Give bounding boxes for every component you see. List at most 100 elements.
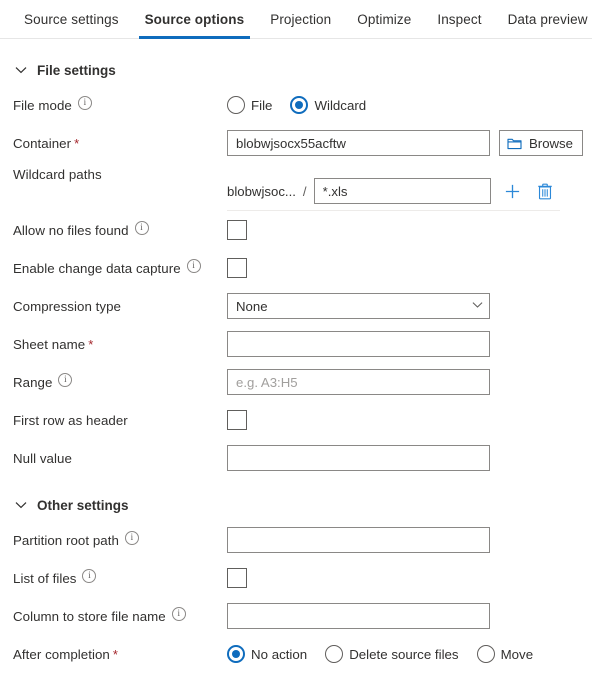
browse-button[interactable]: Browse xyxy=(499,130,583,156)
row-container: Container * Browse xyxy=(0,124,592,162)
info-icon[interactable] xyxy=(77,95,92,110)
section-header-other-settings[interactable]: Other settings xyxy=(0,489,592,521)
tab-optimize[interactable]: Optimize xyxy=(344,0,424,38)
radio-mark xyxy=(325,645,344,663)
folder-icon xyxy=(507,138,522,149)
radio-mark xyxy=(227,96,245,114)
label-enable-change-data-capture: Enable change data capture xyxy=(13,258,227,276)
row-partition-root-path: Partition root path xyxy=(0,521,592,559)
field-sheet-name xyxy=(227,331,592,357)
container-input[interactable] xyxy=(227,130,490,156)
tab-projection[interactable]: Projection xyxy=(257,0,344,38)
field-list-of-files xyxy=(227,568,592,588)
tab-source-settings[interactable]: Source settings xyxy=(11,0,132,38)
delete-wildcard-path-button[interactable] xyxy=(535,180,555,202)
radio-label: No action xyxy=(251,646,308,662)
row-file-mode: File mode File Wildcard xyxy=(0,86,592,124)
partition-root-path-input[interactable] xyxy=(227,527,490,553)
enable-change-data-capture-checkbox[interactable] xyxy=(227,258,247,278)
info-icon[interactable] xyxy=(171,606,186,621)
row-compression-type: Compression type None xyxy=(0,287,592,325)
source-options-form: File settings File mode File Wildcard Co… xyxy=(0,54,592,673)
tab-data-preview[interactable]: Data preview xyxy=(495,0,592,38)
first-row-as-header-checkbox[interactable] xyxy=(227,410,247,430)
compression-type-dropdown[interactable]: None xyxy=(227,293,490,319)
label-text: Allow no files found xyxy=(13,222,129,238)
radio-mark xyxy=(476,645,495,663)
label-first-row-as-header: First row as header xyxy=(13,413,227,428)
info-icon[interactable] xyxy=(124,530,139,545)
field-compression-type: None xyxy=(227,293,592,319)
label-text: Partition root path xyxy=(13,532,119,548)
label-after-completion: After completion * xyxy=(13,647,227,662)
field-container: Browse xyxy=(227,130,592,156)
radio-file-mode-wildcard[interactable]: Wildcard xyxy=(290,96,366,114)
section-title: File settings xyxy=(37,62,116,78)
row-list-of-files: List of files xyxy=(0,559,592,597)
field-first-row-as-header xyxy=(227,410,592,430)
null-value-input[interactable] xyxy=(227,445,490,471)
info-icon[interactable] xyxy=(58,372,73,387)
row-enable-change-data-capture: Enable change data capture xyxy=(0,249,592,287)
info-icon[interactable] xyxy=(186,258,201,273)
field-after-completion: No action Delete source files Move xyxy=(227,645,592,663)
radio-mark xyxy=(290,96,309,114)
row-wildcard-paths: Wildcard paths blobwjsoc... / xyxy=(0,162,592,211)
compression-type-select[interactable]: None xyxy=(227,293,490,319)
label-text: Compression type xyxy=(13,298,121,314)
required-asterisk: * xyxy=(112,646,118,662)
field-wildcard-paths: blobwjsoc... / xyxy=(227,162,592,211)
radio-file-mode-file[interactable]: File xyxy=(227,96,272,114)
wildcard-container-prefix: blobwjsoc... xyxy=(227,183,296,199)
label-text: File mode xyxy=(13,97,72,113)
row-allow-no-files-found: Allow no files found xyxy=(0,211,592,249)
row-sheet-name: Sheet name * xyxy=(0,325,592,363)
label-allow-no-files-found: Allow no files found xyxy=(13,220,227,238)
field-null-value xyxy=(227,445,592,471)
section-title: Other settings xyxy=(37,497,129,513)
row-column-to-store-file-name: Column to store file name xyxy=(0,597,592,635)
info-icon[interactable] xyxy=(82,568,97,583)
radio-after-completion-move[interactable]: Move xyxy=(476,645,534,663)
chevron-down-icon xyxy=(15,67,27,74)
radio-label: File xyxy=(251,97,273,113)
label-wildcard-paths: Wildcard paths xyxy=(13,162,227,182)
label-text: First row as header xyxy=(13,412,128,428)
list-of-files-checkbox[interactable] xyxy=(227,568,247,588)
label-null-value: Null value xyxy=(13,451,227,466)
wildcard-path-entry: blobwjsoc... / xyxy=(227,178,555,204)
label-column-to-store-file-name: Column to store file name xyxy=(13,606,227,624)
radio-group-file-mode: File Wildcard xyxy=(227,96,366,114)
label-text: Enable change data capture xyxy=(13,260,181,276)
radio-label: Delete source files xyxy=(349,646,459,662)
radio-after-completion-delete-source-files[interactable]: Delete source files xyxy=(325,645,459,663)
required-asterisk: * xyxy=(74,135,80,151)
section-header-file-settings[interactable]: File settings xyxy=(0,54,592,86)
column-to-store-file-name-input[interactable] xyxy=(227,603,490,629)
tab-source-options[interactable]: Source options xyxy=(132,0,258,39)
wildcard-separator: / xyxy=(302,183,307,199)
info-icon[interactable] xyxy=(134,220,149,235)
label-range: Range xyxy=(13,372,227,390)
radio-after-completion-no-action[interactable]: No action xyxy=(227,645,307,663)
browse-label: Browse xyxy=(529,135,573,151)
range-input[interactable] xyxy=(227,369,490,395)
row-null-value: Null value xyxy=(0,439,592,477)
wildcard-path-input[interactable] xyxy=(313,178,491,204)
label-partition-root-path: Partition root path xyxy=(13,530,227,548)
label-text: List of files xyxy=(13,570,77,586)
label-sheet-name: Sheet name * xyxy=(13,337,227,352)
tab-inspect[interactable]: Inspect xyxy=(424,0,494,38)
tab-strip: Source settings Source options Projectio… xyxy=(0,0,592,39)
tab-label: Optimize xyxy=(357,11,412,27)
sheet-name-input[interactable] xyxy=(227,331,490,357)
tab-label: Data preview xyxy=(507,11,588,27)
add-wildcard-path-button[interactable] xyxy=(503,180,523,202)
label-list-of-files: List of files xyxy=(13,568,227,586)
radio-label: Move xyxy=(500,646,534,662)
label-text: Container xyxy=(13,135,72,151)
radio-group-after-completion: No action Delete source files Move xyxy=(227,645,533,663)
trash-icon xyxy=(537,183,552,199)
allow-no-files-found-checkbox[interactable] xyxy=(227,220,247,240)
tab-label: Source settings xyxy=(24,11,119,27)
